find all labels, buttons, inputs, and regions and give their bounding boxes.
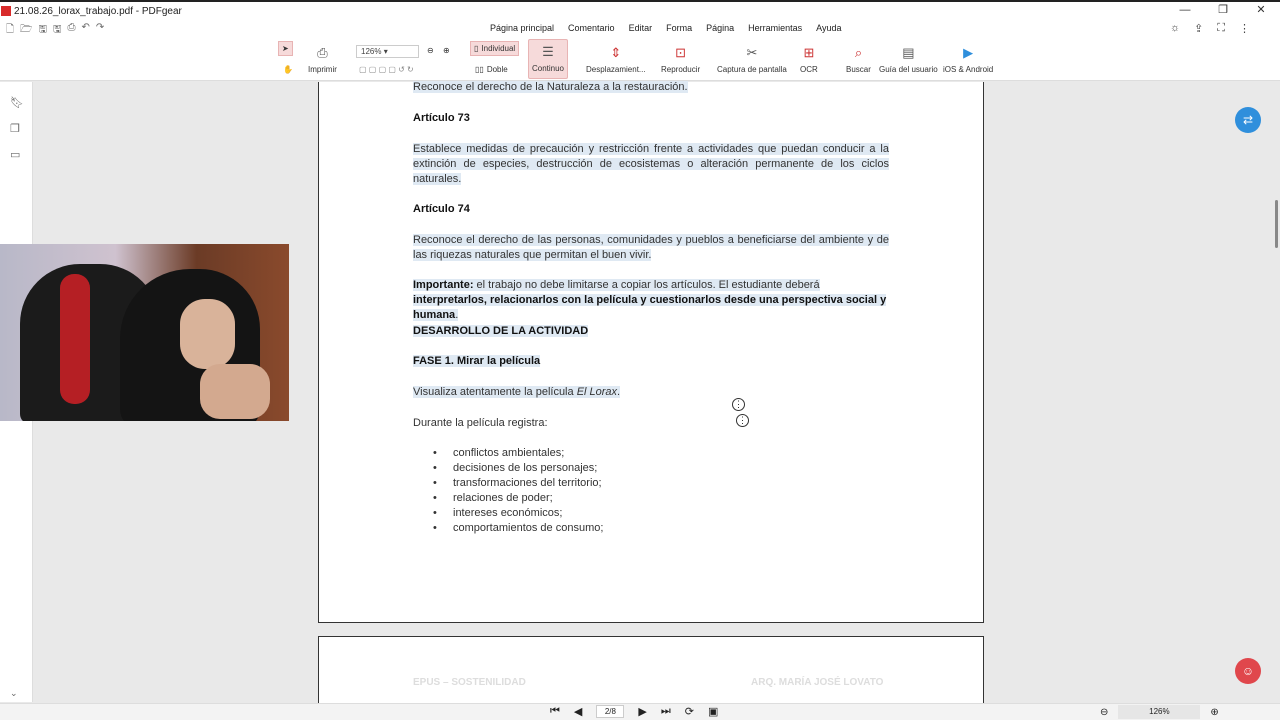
- single-page-icon: ▯: [474, 44, 479, 53]
- zoom-controls: ⊖ 126% ⊕: [1100, 705, 1219, 719]
- page-header-right: ARQ. MARÍA JOSÉ LOVATO: [751, 677, 884, 688]
- person-hand: [200, 364, 270, 419]
- fit-page-icon[interactable]: ▣: [708, 705, 718, 718]
- bookmark-icon[interactable]: 🔖︎: [10, 96, 24, 109]
- fase1-heading[interactable]: FASE 1. Mirar la película: [413, 355, 541, 367]
- pdf-page: Reconoce el derecho de la Naturaleza a l…: [318, 81, 984, 623]
- title-right-icons: ☼ ⇪ ⛶ ⋮: [1170, 22, 1250, 35]
- page-header-left: EPUS – SOSTENILIDAD: [413, 677, 526, 688]
- article-73-title[interactable]: Artículo 73: [413, 111, 889, 126]
- search-button[interactable]: ⌕ Buscar: [846, 41, 871, 74]
- continuous-button[interactable]: ☰ Continuo: [528, 39, 568, 79]
- play-button[interactable]: ⊡ Reproducir: [661, 41, 700, 74]
- share-icon[interactable]: ⇪: [1194, 22, 1203, 35]
- scissors-icon: ✂: [746, 45, 758, 60]
- sidebar-expand-icon[interactable]: ⌄: [10, 688, 18, 699]
- ocr-button[interactable]: ⊞ OCR: [800, 41, 818, 74]
- status-bar: ⏮ ◀ 2/8 ▶ ⏭ ⟳ ▣ ⊖ 126% ⊕: [0, 703, 1280, 720]
- first-page-icon[interactable]: ⏮: [550, 705, 560, 718]
- translate-button[interactable]: ⇄: [1235, 107, 1261, 133]
- desarrollo-heading[interactable]: DESARROLLO DE LA ACTIVIDAD: [413, 325, 589, 337]
- zoom-level[interactable]: 126%: [1118, 705, 1201, 719]
- app-store-icon: ▶: [963, 45, 974, 60]
- minus-circle-icon: ⊖: [427, 46, 434, 55]
- person-face: [180, 299, 235, 369]
- user-guide-button[interactable]: ▤ Guía del usuario: [879, 41, 938, 74]
- zoom-select[interactable]: 126% ▾: [356, 45, 419, 58]
- next-page-icon[interactable]: ▶: [638, 705, 646, 718]
- mobile-apps-button[interactable]: ▶ iOS & Android: [943, 41, 993, 74]
- article-73-text[interactable]: Establece medidas de precaución y restri…: [413, 143, 889, 185]
- list-item[interactable]: transformaciones del territorio;: [433, 476, 603, 491]
- more-icon[interactable]: ⋮: [1239, 22, 1250, 35]
- hand-tool-button[interactable]: ✋: [280, 63, 296, 76]
- menu-bar: 🗋 🗁 🖫 🖫 ⎙ ↶ ↷ Página principal Comentari…: [0, 20, 1280, 39]
- window-controls: — ❐ ✕: [1166, 2, 1280, 20]
- paragraph[interactable]: Reconoce el derecho de la Naturaleza a l…: [413, 81, 688, 93]
- zoom-out-button[interactable]: ⊖: [424, 44, 437, 57]
- select-tool-button[interactable]: ➤: [278, 41, 293, 56]
- more-options-icon[interactable]: ⋮: [736, 414, 749, 427]
- minimize-button[interactable]: —: [1166, 2, 1204, 20]
- thumbnails-icon[interactable]: ❐: [10, 122, 20, 135]
- zoom-out-icon[interactable]: ⊖: [1100, 707, 1108, 718]
- fullscreen-icon[interactable]: ⛶: [1217, 22, 1225, 35]
- page-navigation: ⏮ ◀ 2/8 ▶ ⏭ ⟳ ▣: [550, 705, 718, 718]
- zoom-in-icon[interactable]: ⊕: [1210, 707, 1218, 718]
- list-item[interactable]: comportamientos de consumo;: [433, 521, 603, 536]
- continuous-icon: ☰: [542, 44, 554, 59]
- important-end: .: [455, 309, 459, 321]
- fit-buttons[interactable]: ▢ ▢ ▢ ▢ ↺ ↻: [356, 63, 417, 76]
- article-74-text[interactable]: Reconoce el derecho de las personas, com…: [413, 234, 889, 261]
- registro-list: conflictos ambientales; decisiones de lo…: [433, 446, 603, 536]
- search-icon: ⌕: [854, 45, 863, 60]
- screenshot-button[interactable]: ✂ Captura de pantalla: [717, 41, 787, 74]
- view-double-button[interactable]: ▯▯ Doble: [472, 63, 511, 76]
- webcam-overlay: [0, 244, 289, 421]
- ocr-icon: ⊞: [803, 45, 815, 60]
- hand-icon: ✋: [283, 65, 293, 74]
- view-single-button[interactable]: ▯ Individual: [470, 41, 520, 56]
- window-title: 21.08.26_lorax_trabajo.pdf - PDFgear: [14, 5, 182, 17]
- comments-icon[interactable]: ▭: [10, 148, 20, 161]
- maximize-button[interactable]: ❐: [1204, 2, 1242, 20]
- ribbon-toolbar: ➤ ✋ ⎙ Imprimir 126% ▾ ⊖ ⊕ ▢ ▢ ▢ ▢ ↺ ↻ ▯ I…: [0, 37, 1280, 81]
- print-button[interactable]: ⎙ Imprimir: [308, 41, 337, 74]
- scroll-mode-icon: ⇕: [610, 45, 622, 60]
- theme-icon[interactable]: ☼: [1170, 22, 1180, 35]
- guide-icon: ▤: [902, 45, 915, 60]
- important-label[interactable]: Importante:: [413, 279, 474, 291]
- scroll-mode-button[interactable]: ⇕ Desplazamient...: [586, 41, 646, 74]
- zoom-in-button[interactable]: ⊕: [440, 44, 453, 57]
- last-page-icon[interactable]: ⏭: [661, 705, 671, 718]
- article-74-title[interactable]: Artículo 74: [413, 202, 889, 217]
- list-item[interactable]: intereses económicos;: [433, 506, 603, 521]
- durante-text[interactable]: Durante la película registra:: [413, 416, 889, 431]
- fit-icons: ▢ ▢ ▢ ▢ ↺ ↻: [359, 65, 414, 74]
- important-text[interactable]: el trabajo no debe limitarse a copiar lo…: [474, 279, 820, 291]
- robot-icon: ☺: [1241, 664, 1255, 678]
- title-bar: 21.08.26_lorax_trabajo.pdf - PDFgear — ❐…: [0, 0, 1280, 20]
- more-options-icon[interactable]: ⋮: [732, 398, 745, 411]
- printer-icon: ⎙: [317, 45, 328, 60]
- list-item[interactable]: relaciones de poder;: [433, 491, 603, 506]
- assistant-button[interactable]: ☺: [1235, 658, 1261, 684]
- list-item[interactable]: conflictos ambientales;: [433, 446, 603, 461]
- pdfgear-logo-icon: [1, 6, 11, 16]
- vertical-scrollbar[interactable]: [1275, 200, 1278, 248]
- visualiza-text[interactable]: Visualiza atentamente la película: [413, 386, 577, 398]
- list-item[interactable]: decisiones de los personajes;: [433, 461, 603, 476]
- prev-page-icon[interactable]: ◀: [574, 705, 582, 718]
- important-bold[interactable]: interpretarlos, relacionarlos con la pel…: [413, 294, 886, 321]
- close-button[interactable]: ✕: [1242, 2, 1280, 20]
- plus-circle-icon: ⊕: [443, 46, 450, 55]
- presentation-icon: ⊡: [675, 45, 687, 60]
- translate-icon: ⇄: [1242, 113, 1254, 127]
- cursor-icon: ➤: [282, 44, 289, 53]
- gaming-chair-stripe: [60, 274, 90, 404]
- double-page-icon: ▯▯: [475, 65, 484, 74]
- rotate-page-icon[interactable]: ⟳: [685, 705, 694, 718]
- movie-title[interactable]: El Lorax: [577, 386, 617, 398]
- page-number-input[interactable]: 2/8: [596, 705, 625, 718]
